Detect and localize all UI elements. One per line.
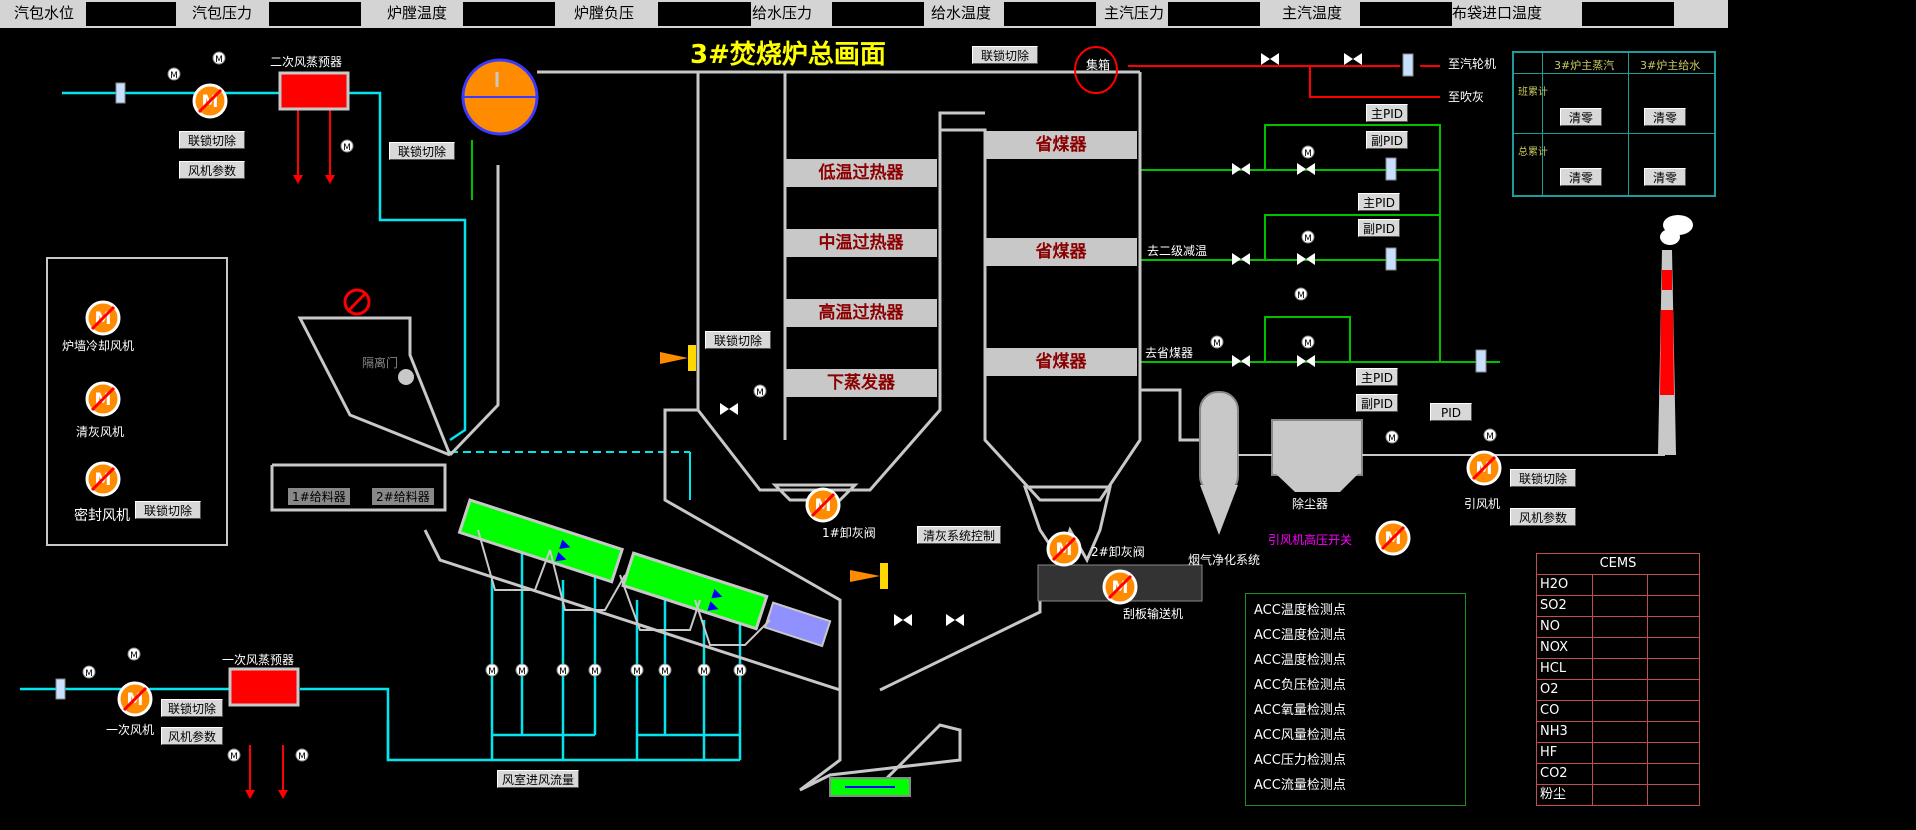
economizer-3-label: 省煤器: [985, 348, 1137, 376]
high-temp-superheater-label: 高温过热器: [785, 299, 937, 327]
table-row: 粉尘: [1537, 785, 1699, 805]
table-row: NO: [1537, 617, 1699, 638]
acc-point[interactable]: ACC温度检测点: [1254, 649, 1346, 668]
table-row: SO2: [1537, 596, 1699, 617]
interlock-cut-button-header[interactable]: 联锁切除: [972, 46, 1038, 64]
header-label: 集箱: [1086, 58, 1111, 72]
furnace-wall-fan-label: 炉墙冷却风机: [62, 339, 135, 353]
mid-temp-superheater-label: 中温过热器: [785, 229, 937, 257]
clear-button-shift-steam[interactable]: 清零: [1560, 108, 1602, 126]
id-fan-label: 引风机: [1464, 497, 1501, 511]
fan-params-button-primary[interactable]: 风机参数: [161, 727, 223, 745]
clear-button-total-steam[interactable]: 清零: [1560, 168, 1602, 186]
dust-collector-label: 除尘器: [1292, 497, 1329, 511]
tally-col2-header: 3#炉主给水: [1640, 59, 1701, 72]
table-row: O2: [1537, 680, 1699, 701]
to-turbine-label: 至汽轮机: [1448, 57, 1497, 71]
interlock-cut-button-primary[interactable]: 联锁切除: [161, 699, 223, 717]
table-row: NOX: [1537, 638, 1699, 659]
acc-point[interactable]: ACC温度检测点: [1254, 624, 1346, 643]
sub-pid-button-1[interactable]: 副PID: [1366, 131, 1408, 149]
feeder-1-label: 1#给料器: [288, 488, 350, 505]
seal-fan-label: 密封风机: [74, 508, 130, 524]
table-row: HF: [1537, 743, 1699, 764]
main-pid-button-3[interactable]: 主PID: [1356, 368, 1398, 386]
table-row: CO2: [1537, 764, 1699, 785]
interlock-cut-button-seal[interactable]: 联锁切除: [135, 501, 201, 519]
primary-preheater-label: 一次风蒸预器: [222, 653, 295, 667]
ash-fan-label: 清灰风机: [76, 425, 125, 439]
id-fan-hv-switch-label: 引风机高压开关: [1268, 533, 1353, 547]
table-row: NH3: [1537, 722, 1699, 743]
table-row: H2O: [1537, 575, 1699, 596]
acc-point[interactable]: ACC压力检测点: [1254, 749, 1346, 768]
tally-col1-header: 3#炉主蒸汽: [1554, 59, 1615, 72]
economizer-2-label: 省煤器: [985, 238, 1137, 266]
scraper-conveyor-label: 刮板输送机: [1123, 607, 1184, 621]
acc-point[interactable]: ACC负压检测点: [1254, 674, 1346, 693]
pid-button[interactable]: PID: [1430, 403, 1472, 421]
acc-point[interactable]: ACC氧量检测点: [1254, 699, 1346, 718]
secondary-preheater-label: 二次风蒸预器: [270, 55, 343, 69]
interlock-cut-button-id-fan[interactable]: 联锁切除: [1510, 469, 1576, 487]
main-pid-button-1[interactable]: 主PID: [1366, 104, 1408, 122]
ash-valve-2-label: 2#卸灰阀: [1091, 545, 1145, 559]
clear-button-shift-water[interactable]: 清零: [1644, 108, 1686, 126]
sub-pid-button-3[interactable]: 副PID: [1356, 394, 1398, 412]
interlock-cut-button-burner[interactable]: 联锁切除: [705, 331, 771, 349]
lower-evaporator-label: 下蒸发器: [785, 369, 937, 397]
steam-drum: [461, 58, 1140, 136]
table-row: HCL: [1537, 659, 1699, 680]
sub-pid-button-2[interactable]: 副PID: [1358, 219, 1400, 237]
flow-tally-panel: 3#炉主蒸汽 3#炉主给水 班累计 总累计 清零 清零 清零 清零: [1512, 51, 1716, 197]
to-economizer-label: 去省煤器: [1145, 346, 1194, 360]
low-temp-superheater-label: 低温过热器: [785, 159, 937, 187]
tally-row2-label: 总累计: [1518, 147, 1548, 158]
tally-row1-label: 班累计: [1518, 87, 1548, 98]
cems-title: CEMS: [1537, 554, 1699, 575]
acc-point[interactable]: ACC温度检测点: [1254, 599, 1346, 618]
primary-fan-label: 一次风机: [106, 723, 155, 737]
fan-params-button-secondary[interactable]: 风机参数: [179, 161, 245, 179]
flue-gas-system-label: 烟气净化系统: [1188, 553, 1261, 567]
to-second-desuper-label: 去二级减温: [1147, 244, 1208, 258]
acc-point[interactable]: ACC流量检测点: [1254, 774, 1346, 793]
cems-table: CEMS H2O SO2 NO NOX HCL O2 CO NH3 HF CO2…: [1536, 553, 1700, 806]
to-soot-label: 至吹灰: [1448, 90, 1485, 104]
interlock-cut-button-secondary[interactable]: 联锁切除: [179, 131, 245, 149]
main-pid-button-2[interactable]: 主PID: [1358, 193, 1400, 211]
feeder-2-label: 2#给料器: [372, 488, 434, 505]
clear-button-total-water[interactable]: 清零: [1644, 168, 1686, 186]
table-row: CO: [1537, 701, 1699, 722]
isolation-door-label: 隔离门: [362, 356, 399, 370]
acc-points-panel: ACC温度检测点 ACC温度检测点 ACC温度检测点 ACC负压检测点 ACC氧…: [1245, 593, 1466, 806]
acc-point[interactable]: ACC风量检测点: [1254, 724, 1346, 743]
ash-system-control-button[interactable]: 清灰系统控制: [917, 526, 1001, 544]
ash-valve-1-label: 1#卸灰阀: [822, 526, 876, 540]
air-chamber-flow-button[interactable]: 风室进风流量: [497, 770, 579, 788]
interlock-cut-button-drum[interactable]: 联锁切除: [389, 142, 455, 160]
fan-params-button-id-fan[interactable]: 风机参数: [1510, 508, 1576, 526]
economizer-1-label: 省煤器: [985, 131, 1137, 159]
